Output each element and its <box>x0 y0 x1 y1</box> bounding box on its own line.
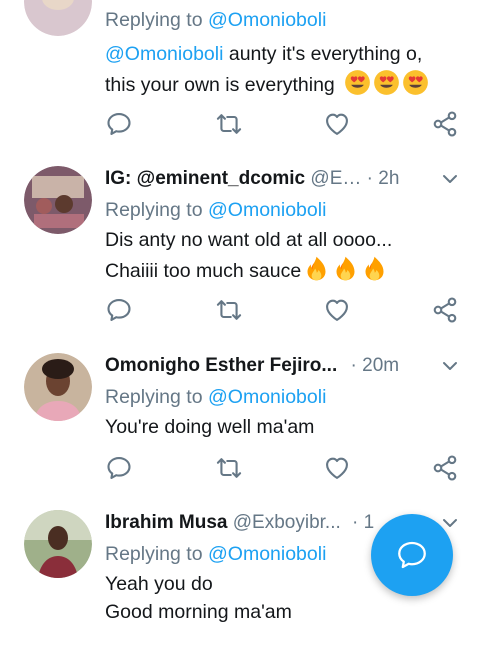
reply-mention-link[interactable]: @Omonioboli <box>208 199 326 221</box>
replying-to-label: Replying to <box>105 543 203 565</box>
timestamp[interactable]: 1 <box>364 512 375 533</box>
tweet-text: You're doing well ma'am <box>105 416 315 438</box>
heart-icon[interactable] <box>323 454 351 482</box>
tweet-3[interactable]: Omonigho Esther Fejiro... · 20m Replying… <box>0 339 480 497</box>
tweet-text-line-1: You're doing well ma'am <box>105 413 464 442</box>
user-handle[interactable]: @E… <box>310 168 361 189</box>
separator: · <box>352 512 359 533</box>
heart-eyes-emoji <box>402 69 429 96</box>
separator: · <box>350 355 357 376</box>
heart-icon[interactable] <box>323 296 351 324</box>
tweet-actions <box>105 110 465 140</box>
tweet-text-line-2: Chaiiii too much sauce <box>105 255 464 286</box>
compose-icon <box>398 541 426 569</box>
tweet-text-line-1: @Omonioboli aunty it's everything o, <box>105 40 464 69</box>
mention-link[interactable]: @Omonioboli <box>105 43 223 65</box>
heart-icon[interactable] <box>323 110 351 138</box>
reply-context: Replying to @Omonioboli <box>105 383 464 412</box>
retweet-icon[interactable] <box>215 454 243 482</box>
share-icon[interactable] <box>431 110 459 138</box>
fire-emoji <box>303 255 330 282</box>
replying-to-label: Replying to <box>105 386 203 408</box>
reply-mention-link[interactable]: @Omonioboli <box>208 386 326 408</box>
tweet-text-line-1: Dis anty no want old at all oooo... <box>105 226 464 255</box>
retweet-icon[interactable] <box>215 296 243 324</box>
tweet-2[interactable]: IG: @eminent_dcomic @E… · 2h Replying to… <box>0 152 480 340</box>
tweet-text: this your own is everything <box>105 74 335 96</box>
tweet-text-line-2: this your own is everything <box>105 69 464 100</box>
share-icon[interactable] <box>431 296 459 324</box>
replying-to-label: Replying to <box>105 9 203 31</box>
timestamp[interactable]: 2h <box>378 168 399 189</box>
reply-mention-link[interactable]: @Omonioboli <box>208 543 326 565</box>
reply-icon[interactable] <box>105 454 133 482</box>
tweet-text: Dis anty no want old at all oooo... <box>105 229 393 251</box>
tweet-actions <box>105 454 465 484</box>
display-name[interactable]: Omonigho Esther Fejiro... <box>105 355 337 376</box>
tweet-text: Good morning ma'am <box>105 601 292 623</box>
reply-icon[interactable] <box>105 296 133 324</box>
fire-emoji <box>332 255 359 282</box>
tweet-header: Omonigho Esther Fejiro... · 20m <box>105 352 464 380</box>
compose-button[interactable] <box>371 514 453 596</box>
avatar[interactable] <box>24 510 92 578</box>
reply-mention-link[interactable]: @Omonioboli <box>208 9 326 31</box>
timestamp[interactable]: 20m <box>362 355 399 376</box>
user-handle[interactable]: @Exboyibr... <box>233 512 341 533</box>
reply-icon[interactable] <box>105 110 133 138</box>
tweet-1[interactable]: Replying to @Omonioboli @Omonioboli aunt… <box>0 0 480 153</box>
heart-eyes-emoji <box>344 69 371 96</box>
chevron-down-icon[interactable] <box>440 352 460 380</box>
retweet-icon[interactable] <box>215 110 243 138</box>
reply-context: Replying to @Omonioboli <box>105 6 464 35</box>
avatar[interactable] <box>24 0 92 36</box>
tweet-header: IG: @eminent_dcomic @E… · 2h <box>105 165 464 193</box>
tweet-text: Chaiiii too much sauce <box>105 260 302 282</box>
heart-eyes-emoji <box>373 69 400 96</box>
tweet-text: aunty it's everything o, <box>223 43 423 65</box>
replying-to-label: Replying to <box>105 199 203 221</box>
separator: · <box>366 168 373 189</box>
tweet-text: Yeah you do <box>105 573 213 595</box>
avatar[interactable] <box>24 166 92 234</box>
display-name[interactable]: Ibrahim Musa <box>105 512 227 533</box>
avatar[interactable] <box>24 353 92 421</box>
tweet-text-line-2: Good morning ma'am <box>105 598 464 627</box>
chevron-down-icon[interactable] <box>440 165 460 193</box>
tweet-actions <box>105 296 465 326</box>
reply-context: Replying to @Omonioboli <box>105 196 464 225</box>
display-name[interactable]: IG: @eminent_dcomic <box>105 168 305 189</box>
share-icon[interactable] <box>431 454 459 482</box>
fire-emoji <box>361 255 388 282</box>
